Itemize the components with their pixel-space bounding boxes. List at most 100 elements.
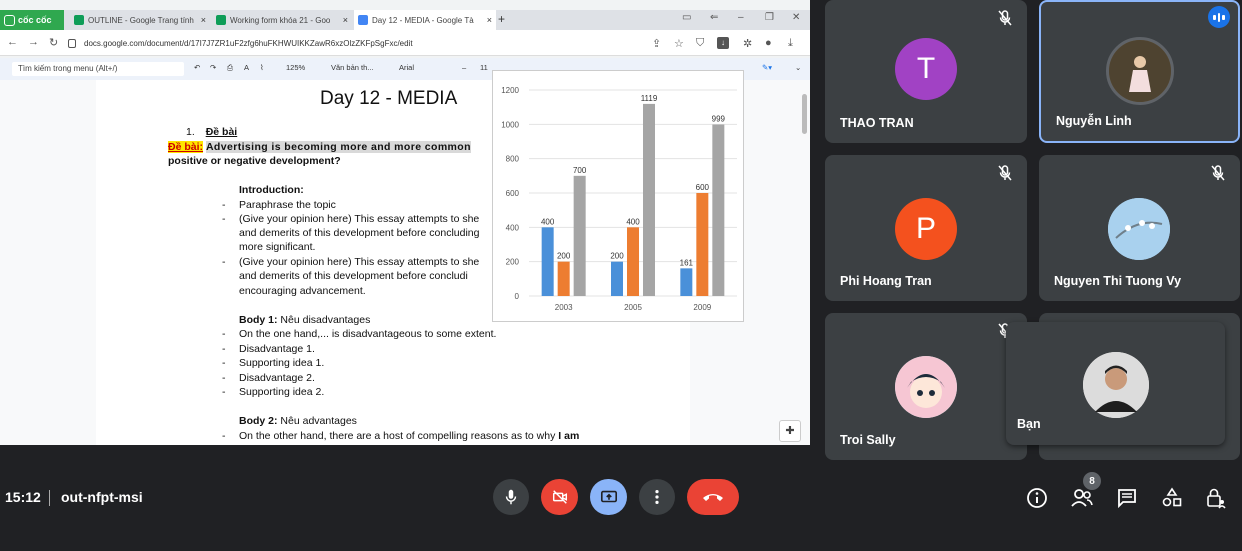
chat-button[interactable] bbox=[1115, 486, 1139, 510]
data-label: 200 bbox=[557, 252, 571, 261]
shield-icon[interactable]: ⛉ bbox=[696, 37, 704, 50]
new-tab-button[interactable]: + bbox=[498, 12, 505, 26]
browser-brand[interactable]: cốc cốc bbox=[0, 10, 64, 30]
avatar bbox=[1106, 37, 1174, 105]
bar bbox=[696, 193, 709, 296]
data-label: 999 bbox=[712, 115, 726, 124]
zoom-select[interactable]: 125% bbox=[286, 63, 305, 72]
sheets-icon bbox=[74, 15, 84, 25]
address-bar-row: ← → ↻ docs.google.com/document/d/17I7J7Z… bbox=[0, 30, 810, 56]
y-tick-label: 200 bbox=[506, 258, 520, 267]
downloads-icon[interactable]: ⤓ bbox=[788, 37, 793, 50]
avatar: T bbox=[895, 38, 957, 100]
data-label: 1119 bbox=[641, 94, 658, 103]
bar bbox=[557, 261, 570, 296]
chart-svg: 0 200 400 600 800 1000 1200 400 200 700 2003 200 400… bbox=[501, 86, 737, 312]
present-button[interactable] bbox=[590, 479, 627, 515]
avatar bbox=[1083, 352, 1149, 418]
participant-name: Phi Hoang Tran bbox=[840, 274, 932, 288]
y-tick-label: 0 bbox=[515, 292, 520, 301]
participant-tile-phi-hoang-tran[interactable]: P Phi Hoang Tran bbox=[825, 155, 1027, 301]
camera-button[interactable] bbox=[541, 479, 578, 515]
print-icon[interactable]: ⎙ bbox=[227, 63, 233, 73]
list-item: Supporting idea 2. bbox=[239, 386, 325, 398]
browser-tab-day12[interactable]: Day 12 - MEDIA - Google Tà × bbox=[354, 10, 496, 30]
participant-tile-thao-tran[interactable]: T THAO TRAN bbox=[825, 0, 1027, 143]
data-label: 600 bbox=[696, 183, 710, 192]
cast-icon[interactable]: ▭ bbox=[682, 12, 691, 23]
font-size-decrease[interactable]: – bbox=[462, 63, 466, 72]
download-box-icon[interactable]: ↓ bbox=[717, 37, 729, 49]
url-field[interactable]: docs.google.com/document/d/17I7J7ZR1uF2z… bbox=[68, 34, 638, 52]
edit-mode-icon[interactable]: ✎▾ bbox=[762, 63, 772, 72]
bar bbox=[541, 227, 554, 296]
bookmark-star-icon[interactable]: ☆ bbox=[674, 37, 684, 50]
undo-icon[interactable]: ↶ bbox=[194, 63, 200, 72]
participant-tile-nguyen-linh[interactable]: Nguyễn Linh bbox=[1039, 0, 1240, 143]
browser-tab-working-form[interactable]: Working form khóa 21 - Goo × bbox=[212, 10, 352, 30]
self-view-tile[interactable]: Bạn bbox=[1006, 322, 1225, 445]
mic-icon bbox=[505, 489, 517, 505]
back-icon[interactable]: ← bbox=[7, 36, 18, 48]
redo-icon[interactable]: ↷ bbox=[210, 63, 216, 72]
paint-format-icon[interactable]: ⌇ bbox=[260, 63, 264, 72]
bar bbox=[680, 268, 693, 296]
close-tab-icon[interactable]: × bbox=[487, 15, 492, 25]
font-size-input[interactable]: 11 bbox=[480, 63, 488, 72]
more-vert-icon bbox=[655, 489, 659, 505]
extensions-icon[interactable]: ✲ bbox=[743, 37, 752, 50]
more-options-button[interactable] bbox=[639, 479, 675, 515]
close-tab-icon[interactable]: × bbox=[201, 15, 206, 25]
end-call-icon bbox=[703, 494, 723, 501]
x-tick-label: 2003 bbox=[555, 303, 573, 312]
body2-heading: Body 2: Nêu advantages bbox=[239, 415, 357, 427]
explore-icon[interactable]: ✚ bbox=[779, 420, 801, 442]
meet-window: cốc cốc OUTLINE - Google Trang tính × Wo… bbox=[0, 0, 1242, 551]
profile-icon[interactable]: ● bbox=[765, 37, 772, 49]
list-item: and demerits of this development before … bbox=[239, 227, 480, 239]
meeting-code: out-nfpt-msi bbox=[61, 489, 143, 505]
style-select[interactable]: Văn bản th... bbox=[331, 63, 374, 72]
meeting-details-button[interactable] bbox=[1025, 486, 1049, 510]
avatar: P bbox=[895, 198, 957, 260]
spellcheck-icon[interactable]: A bbox=[244, 63, 249, 72]
intro-heading: Introduction: bbox=[239, 184, 304, 196]
microphone-button[interactable] bbox=[493, 479, 529, 515]
participant-tile-nguyen-thi-tuong-vy[interactable]: Nguyen Thi Tuong Vy bbox=[1039, 155, 1240, 301]
share-icon[interactable]: ⇪ bbox=[652, 37, 661, 50]
host-controls-button[interactable] bbox=[1204, 486, 1228, 510]
prompt-line: Đề bài: Advertising is becoming more and… bbox=[168, 141, 471, 153]
meeting-clock: 15:12 bbox=[5, 489, 41, 505]
list-item: and demerits of this development before … bbox=[239, 270, 468, 282]
y-tick-label: 400 bbox=[506, 223, 520, 232]
browser-tab-outline[interactable]: OUTLINE - Google Trang tính × bbox=[70, 10, 210, 30]
list-item: encouraging advancement. bbox=[239, 285, 366, 297]
forward-icon[interactable]: → bbox=[28, 36, 39, 48]
document-scrollbar[interactable] bbox=[802, 94, 807, 134]
list-item: (Give your opinion here) This essay atte… bbox=[239, 213, 480, 225]
back-arrow-icon[interactable]: ⇐ bbox=[710, 12, 718, 23]
data-label: 200 bbox=[610, 252, 624, 261]
reload-icon[interactable]: ↻ bbox=[49, 36, 58, 49]
activities-button[interactable] bbox=[1160, 486, 1184, 510]
minimize-icon[interactable]: – bbox=[738, 12, 744, 23]
collapse-toolbar-icon[interactable]: ⌄ bbox=[795, 63, 801, 72]
list-item: On the other hand, there are a host of c… bbox=[239, 430, 580, 442]
restore-icon[interactable]: ❐ bbox=[765, 12, 774, 23]
lock-person-icon bbox=[1207, 488, 1226, 509]
participant-name: Troi Sally bbox=[840, 433, 896, 447]
participant-tile-troi-sally[interactable]: Troi Sally bbox=[825, 313, 1027, 460]
lock-icon bbox=[68, 38, 76, 48]
close-window-icon[interactable]: ✕ bbox=[792, 12, 800, 23]
leave-call-button[interactable] bbox=[687, 479, 739, 515]
x-tick-label: 2005 bbox=[624, 303, 642, 312]
font-select[interactable]: Arial bbox=[399, 63, 414, 72]
menu-search-input[interactable]: Tìm kiếm trong menu (Alt+/) bbox=[12, 62, 184, 76]
list-item: (Give your opinion here) This essay atte… bbox=[239, 256, 480, 268]
avatar bbox=[895, 356, 957, 418]
close-tab-icon[interactable]: × bbox=[343, 15, 348, 25]
meeting-controls-bar: 15:12 out-nfpt-msi 8 bbox=[0, 460, 1242, 551]
bar bbox=[712, 124, 725, 296]
section-heading: 1. Đề bài bbox=[186, 126, 238, 138]
coccoc-icon bbox=[4, 14, 15, 26]
